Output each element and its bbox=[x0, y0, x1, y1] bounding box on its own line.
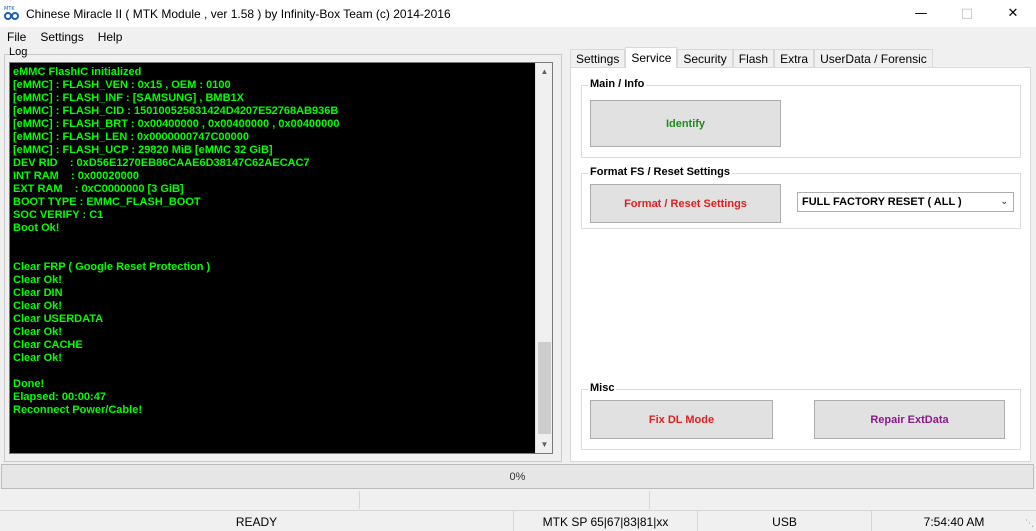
window-controls: — □ ✕ bbox=[898, 0, 1036, 27]
secondary-status-cell bbox=[0, 491, 360, 509]
log-line: BOOT TYPE : EMMC_FLASH_BOOT bbox=[13, 196, 201, 208]
log-line: Boot Ok! bbox=[13, 222, 60, 234]
tab-userdata-forensic[interactable]: UserData / Forensic bbox=[814, 49, 933, 67]
progress-text: 0% bbox=[509, 470, 526, 483]
chevron-down-icon: ⌄ bbox=[1000, 197, 1008, 207]
log-scrollbar[interactable]: ▲ ▼ bbox=[535, 63, 552, 453]
repair-extdata-button[interactable]: Repair ExtData bbox=[814, 400, 1005, 439]
minimize-button[interactable]: — bbox=[898, 0, 944, 27]
tab-extra[interactable]: Extra bbox=[774, 49, 815, 67]
log-line: INT RAM : 0x00020000 bbox=[13, 170, 139, 182]
log-line: Clear Ok! bbox=[13, 326, 62, 338]
close-button[interactable]: ✕ bbox=[990, 0, 1036, 27]
tab-strip: Settings Service Security Flash Extra Us… bbox=[570, 47, 933, 68]
window-title: Chinese Miracle II ( MTK Module , ver 1.… bbox=[26, 6, 451, 21]
infinity-app-icon: MTK bbox=[4, 6, 20, 21]
identify-button[interactable]: Identify bbox=[590, 100, 781, 147]
format-title: Format FS / Reset Settings bbox=[588, 166, 732, 178]
menu-bar: File Settings Help bbox=[0, 27, 1036, 46]
log-line: [eMMC] : FLASH_BRT : 0x00400000 , 0x0040… bbox=[13, 118, 340, 130]
log-line: Clear Ok! bbox=[13, 300, 62, 312]
scroll-thumb[interactable] bbox=[538, 342, 551, 434]
log-line: Elapsed: 00:00:47 bbox=[13, 391, 106, 403]
log-line: [eMMC] : FLASH_CID : 150100525831424D420… bbox=[13, 105, 339, 117]
log-line: Clear USERDATA bbox=[13, 313, 104, 325]
log-line: EXT RAM : 0xC0000000 [3 GiB] bbox=[13, 183, 184, 195]
secondary-status-cell bbox=[360, 491, 650, 509]
log-line: [eMMC] : FLASH_INF : [SAMSUNG] , BMB1X bbox=[13, 92, 244, 104]
reset-mode-select[interactable]: FULL FACTORY RESET ( ALL ) ⌄ bbox=[797, 192, 1014, 212]
secondary-status-bar bbox=[0, 491, 1036, 509]
log-line: Clear DIN bbox=[13, 287, 63, 299]
progress-bar: 0% bbox=[1, 464, 1034, 489]
log-line: Clear Ok! bbox=[13, 352, 62, 364]
title-bar: MTK Chinese Miracle II ( MTK Module , ve… bbox=[0, 0, 1036, 27]
format-reset-button[interactable]: Format / Reset Settings bbox=[590, 184, 781, 223]
log-line: DEV RID : 0xD56E1270EB86CAAE6D38147C62AE… bbox=[13, 157, 310, 169]
log-line: [eMMC] : FLASH_LEN : 0x0000000747C00000 bbox=[13, 131, 249, 143]
log-line: eMMC FlashIC initialized bbox=[13, 66, 142, 78]
tab-service[interactable]: Service bbox=[625, 47, 678, 68]
resize-grip-icon[interactable]: ⋱ bbox=[1025, 519, 1034, 529]
reset-mode-value: FULL FACTORY RESET ( ALL ) bbox=[802, 196, 962, 208]
status-bar: READY MTK SP 65|67|83|81|xx USB 7:54:40 … bbox=[0, 510, 1036, 531]
status-platform: MTK SP 65|67|83|81|xx bbox=[514, 511, 698, 531]
log-line: Done! bbox=[13, 378, 45, 390]
secondary-status-cell bbox=[650, 491, 1034, 509]
status-state: READY bbox=[0, 511, 514, 531]
menu-help[interactable]: Help bbox=[91, 30, 130, 44]
log-line: SOC VERIFY : C1 bbox=[13, 209, 104, 221]
log-text: eMMC FlashIC initialized [eMMC] : FLASH_V… bbox=[13, 66, 533, 417]
log-line: [eMMC] : FLASH_UCP : 29820 MiB [eMMC 32 … bbox=[13, 144, 273, 156]
status-time: 7:54:40 AM bbox=[923, 514, 985, 529]
service-panel: Main / Info Identify Format FS / Reset S… bbox=[570, 67, 1031, 462]
format-group: Format FS / Reset Settings Format / Rese… bbox=[581, 166, 1021, 229]
log-line: Reconnect Power/Cable! bbox=[13, 404, 142, 416]
scroll-down-icon[interactable]: ▼ bbox=[536, 436, 553, 453]
main-info-title: Main / Info bbox=[588, 78, 647, 90]
log-line: Clear Ok! bbox=[13, 274, 62, 286]
menu-settings[interactable]: Settings bbox=[33, 30, 90, 44]
log-line: Clear CACHE bbox=[13, 339, 83, 351]
fix-dl-mode-button[interactable]: Fix DL Mode bbox=[590, 400, 773, 439]
tab-flash[interactable]: Flash bbox=[732, 49, 775, 67]
scroll-up-icon[interactable]: ▲ bbox=[536, 63, 553, 80]
status-connection: USB bbox=[698, 511, 872, 531]
tab-settings[interactable]: Settings bbox=[570, 49, 626, 67]
log-label: Log bbox=[9, 46, 28, 58]
menu-file[interactable]: File bbox=[0, 30, 33, 44]
close-icon: ✕ bbox=[1007, 6, 1019, 21]
main-info-group: Main / Info Identify bbox=[581, 78, 1021, 158]
misc-group: Misc Fix DL Mode Repair ExtData bbox=[581, 382, 1021, 450]
log-line: Clear FRP ( Google Reset Protection ) bbox=[13, 261, 211, 273]
maximize-button[interactable]: □ bbox=[944, 0, 990, 27]
maximize-icon: □ bbox=[960, 6, 974, 21]
minimize-icon: — bbox=[914, 6, 928, 21]
tab-security[interactable]: Security bbox=[677, 49, 733, 67]
misc-title: Misc bbox=[588, 382, 617, 394]
log-console[interactable]: eMMC FlashIC initialized [eMMC] : FLASH_V… bbox=[9, 62, 553, 454]
log-line: [eMMC] : FLASH_VEN : 0x15 , OEM : 0100 bbox=[13, 79, 231, 91]
